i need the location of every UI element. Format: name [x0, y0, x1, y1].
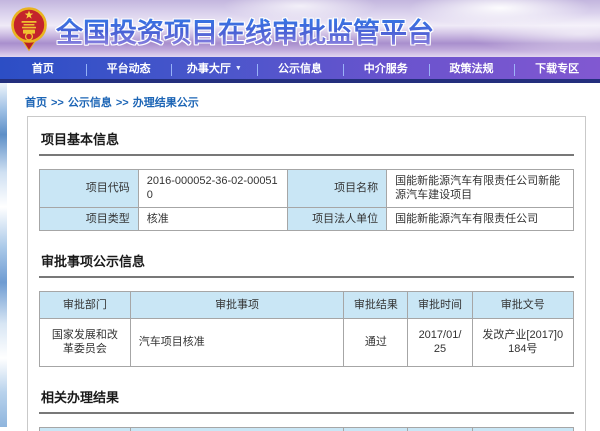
nav-item-label: 公示信息 [278, 60, 322, 76]
column-header: 审批文号 [472, 427, 573, 431]
nav-item-label: 中介服务 [364, 60, 408, 76]
column-header: 审批事项 [130, 427, 344, 431]
nav-item-public-info[interactable]: 公示信息 [257, 57, 343, 79]
nav-item-downloads[interactable]: 下载专区 [514, 57, 600, 79]
basic-info-table: 项目代码 2016-000052-36-02-000510 项目名称 国能新能源… [39, 169, 574, 231]
field-label: 项目类型 [40, 207, 139, 230]
approval-items-table: 审批部门 审批事项 审批结果 审批时间 审批文号 国家发展和改革委员会 汽车项目… [39, 291, 574, 367]
content-area: 首页 >> 公示信息 >> 办理结果公示 项目基本信息 项目代码 2016-000052… [0, 83, 600, 427]
field-label: 项目法人单位 [288, 207, 387, 230]
column-header: 审批事项 [130, 291, 344, 318]
breadcrumb: 首页 >> 公示信息 >> 办理结果公示 [0, 83, 600, 110]
approval-date: 2017/01/25 [408, 319, 472, 367]
field-value: 核准 [138, 207, 288, 230]
column-header: 审批时间 [408, 291, 472, 318]
breadcrumb-current-page[interactable]: 办理结果公示 [133, 97, 199, 109]
content-panel: 项目基本信息 项目代码 2016-000052-36-02-000510 项目名… [27, 116, 586, 431]
main-nav: 首页 平台动态 办事大厅 ▼ 公示信息 中介服务 政策法规 下载专区 [0, 57, 600, 83]
breadcrumb-separator: >> [51, 97, 64, 109]
section-title-related-results: 相关办理结果 [39, 387, 574, 414]
page: 全国投资项目在线审批监管平台 首页 平台动态 办事大厅 ▼ 公示信息 中介服务 政… [0, 0, 600, 431]
site-header: 全国投资项目在线审批监管平台 [0, 0, 600, 57]
nav-item-label: 首页 [32, 60, 54, 76]
chevron-down-icon: ▼ [235, 65, 242, 72]
field-label: 项目名称 [288, 170, 387, 208]
column-header: 审批文号 [472, 291, 573, 318]
section-title-basic-info: 项目基本信息 [39, 129, 574, 156]
nav-item-label: 下载专区 [535, 60, 579, 76]
field-value: 国能新能源汽车有限责任公司新能源汽车建设项目 [387, 170, 574, 208]
approval-item: 汽车项目核准 [130, 319, 344, 367]
table-row: 项目代码 2016-000052-36-02-000510 项目名称 国能新能源… [40, 170, 574, 208]
nav-item-service-hall[interactable]: 办事大厅 ▼ [171, 57, 257, 79]
breadcrumb-separator: >> [116, 97, 129, 109]
approval-department: 国家发展和改革委员会 [40, 319, 131, 367]
nav-item-policies[interactable]: 政策法规 [429, 57, 515, 79]
site-title: 全国投资项目在线审批监管平台 [56, 11, 434, 50]
china-national-emblem-icon [10, 5, 48, 57]
page-edge-decoration [0, 83, 7, 427]
table-header-row: 审批部门 审批事项 审批结果 审批时间 审批文号 [40, 291, 574, 318]
breadcrumb-home-link[interactable]: 首页 [25, 97, 47, 109]
nav-item-platform-news[interactable]: 平台动态 [86, 57, 172, 79]
field-label: 项目代码 [40, 170, 139, 208]
column-header: 审批部门 [40, 427, 131, 431]
nav-item-label: 办事大厅 [187, 60, 231, 76]
approval-doc-number: 发改产业[2017]0184号 [472, 319, 573, 367]
nav-item-home[interactable]: 首页 [0, 57, 86, 79]
nav-item-label: 政策法规 [449, 60, 493, 76]
field-value: 2016-000052-36-02-000510 [138, 170, 288, 208]
field-value: 国能新能源汽车有限责任公司 [387, 207, 574, 230]
nav-item-label: 平台动态 [107, 60, 151, 76]
table-row: 国家发展和改革委员会 汽车项目核准 通过 2017/01/25 发改产业[201… [40, 319, 574, 367]
approval-result: 通过 [344, 319, 408, 367]
column-header: 审批结果 [344, 427, 408, 431]
related-results-table: 审批部门 审批事项 审批结果 审批时间 审批文号 国土资源部 建设项目用地预审 … [39, 427, 574, 431]
breadcrumb-public-info-link[interactable]: 公示信息 [68, 97, 112, 109]
table-row: 项目类型 核准 项目法人单位 国能新能源汽车有限责任公司 [40, 207, 574, 230]
column-header: 审批结果 [344, 291, 408, 318]
column-header: 审批时间 [408, 427, 472, 431]
column-header: 审批部门 [40, 291, 131, 318]
table-header-row: 审批部门 审批事项 审批结果 审批时间 审批文号 [40, 427, 574, 431]
nav-item-intermediary-services[interactable]: 中介服务 [343, 57, 429, 79]
section-title-approval-info: 审批事项公示信息 [39, 251, 574, 278]
